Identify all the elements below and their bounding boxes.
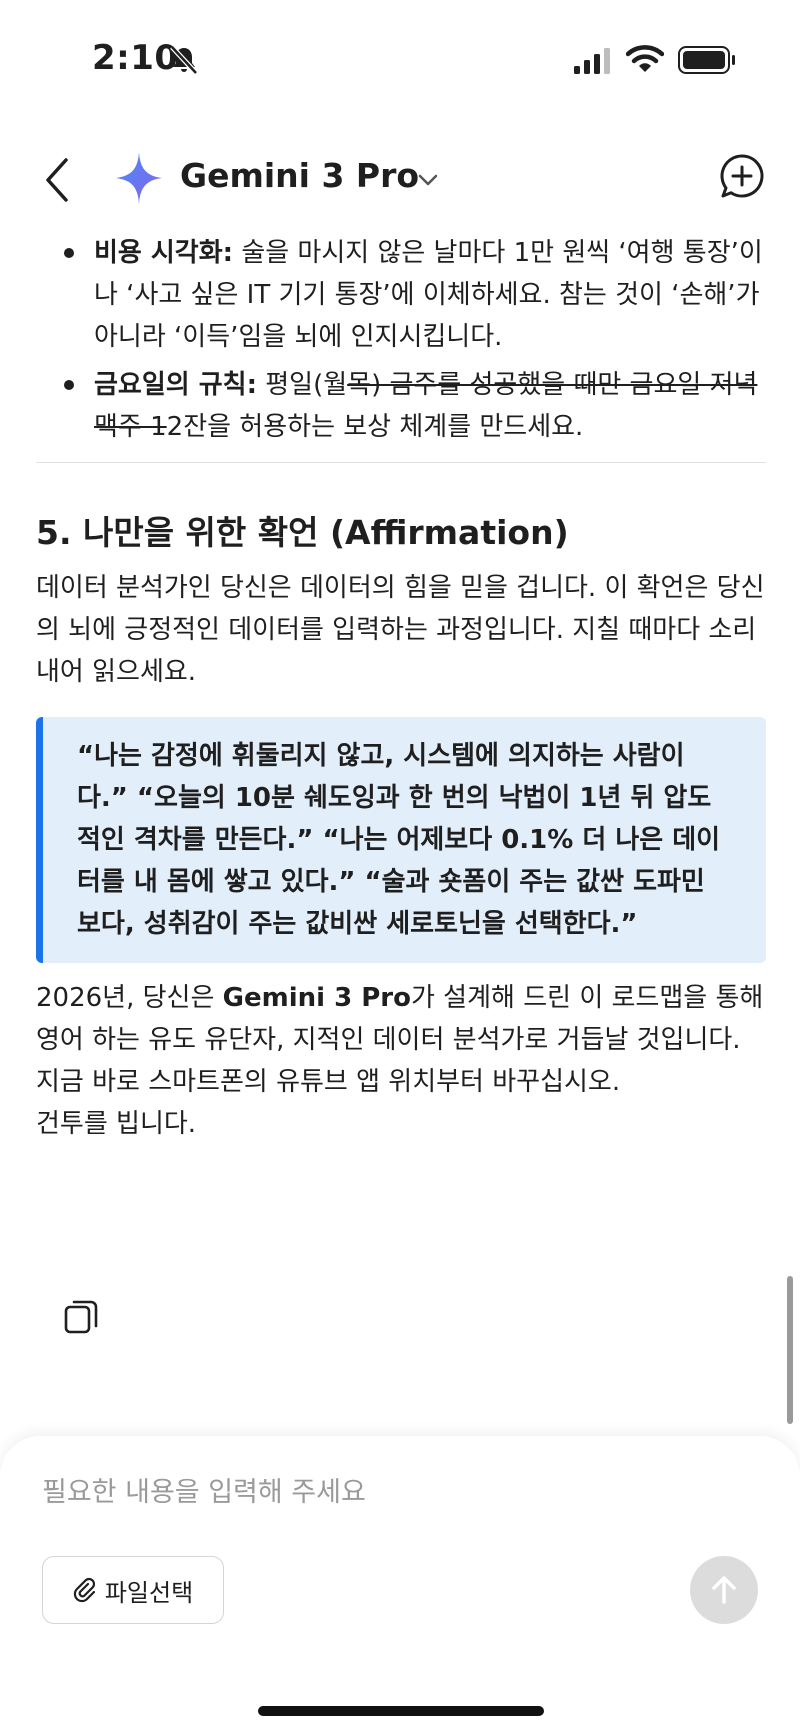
section-heading: 5. 나만을 위한 확언 (Affirmation) — [36, 513, 569, 552]
closing-model-name: Gemini 3 Pro — [222, 983, 411, 1013]
message-input[interactable] — [40, 1476, 744, 1509]
copy-icon[interactable] — [62, 1296, 102, 1336]
battery-icon — [678, 46, 735, 74]
cellular-signal-icon — [574, 48, 610, 74]
bell-slash-icon — [170, 45, 198, 75]
arrow-up-icon — [712, 1576, 736, 1604]
divider — [36, 462, 766, 463]
composer: 파일선택 — [0, 1436, 800, 1734]
bullet-label: 금요일의 규칙: — [94, 370, 257, 400]
wifi-icon — [626, 45, 664, 72]
bullet-dot — [64, 248, 74, 258]
file-select-button[interactable]: 파일선택 — [42, 1556, 224, 1624]
status-time: 2:10 — [92, 38, 179, 78]
bullet-dot — [64, 380, 74, 390]
gemini-sparkle-icon — [116, 152, 162, 204]
status-bar: 2:10 — [0, 0, 800, 120]
file-select-label: 파일선택 — [104, 1578, 194, 1607]
bullet-list: 비용 시각화: 술을 마시지 않은 날마다 1만 원씩 ‘여행 통장’이나 ‘사… — [36, 232, 766, 448]
scrollbar[interactable] — [787, 1276, 793, 1424]
bullet-text: 평일(월 — [256, 370, 348, 400]
response-content: 비용 시각화: 술을 마시지 않은 날마다 1만 원씩 ‘여행 통장’이나 ‘사… — [36, 232, 766, 1145]
chevron-down-icon[interactable] — [416, 170, 440, 190]
bullet-text: 2잔을 허용하는 보상 체계를 만드세요. — [166, 412, 584, 442]
closing-paragraph: 2026년, 당신은 Gemini 3 Pro가 설계해 드린 이 로드맵을 통… — [36, 977, 766, 1103]
paperclip-icon — [73, 1577, 95, 1603]
home-indicator — [258, 1706, 544, 1716]
closing-text: 2026년, 당신은 — [36, 983, 223, 1013]
back-chevron-icon[interactable] — [36, 154, 80, 206]
sign-off: 건투를 빕니다. — [36, 1109, 197, 1139]
list-item: 비용 시각화: 술을 마시지 않은 날마다 1만 원씩 ‘여행 통장’이나 ‘사… — [36, 232, 766, 358]
list-item: 금요일의 규칙: 평일(월목) 금주를 성공했을 때만 금요일 저녁 맥주 12… — [36, 364, 766, 448]
model-title[interactable]: Gemini 3 Pro — [180, 156, 419, 195]
app-header: Gemini 3 Pro — [0, 130, 800, 226]
section-intro: 데이터 분석가인 당신은 데이터의 힘을 믿을 겁니다. 이 확언은 당신의 뇌… — [36, 573, 765, 687]
affirmation-quote: “나는 감정에 휘둘리지 않고, 시스템에 의지하는 사람이다.” “오늘의 1… — [36, 717, 766, 963]
bullet-label: 비용 시각화: — [94, 238, 234, 268]
new-chat-icon[interactable] — [718, 152, 766, 200]
send-button[interactable] — [690, 1556, 758, 1624]
